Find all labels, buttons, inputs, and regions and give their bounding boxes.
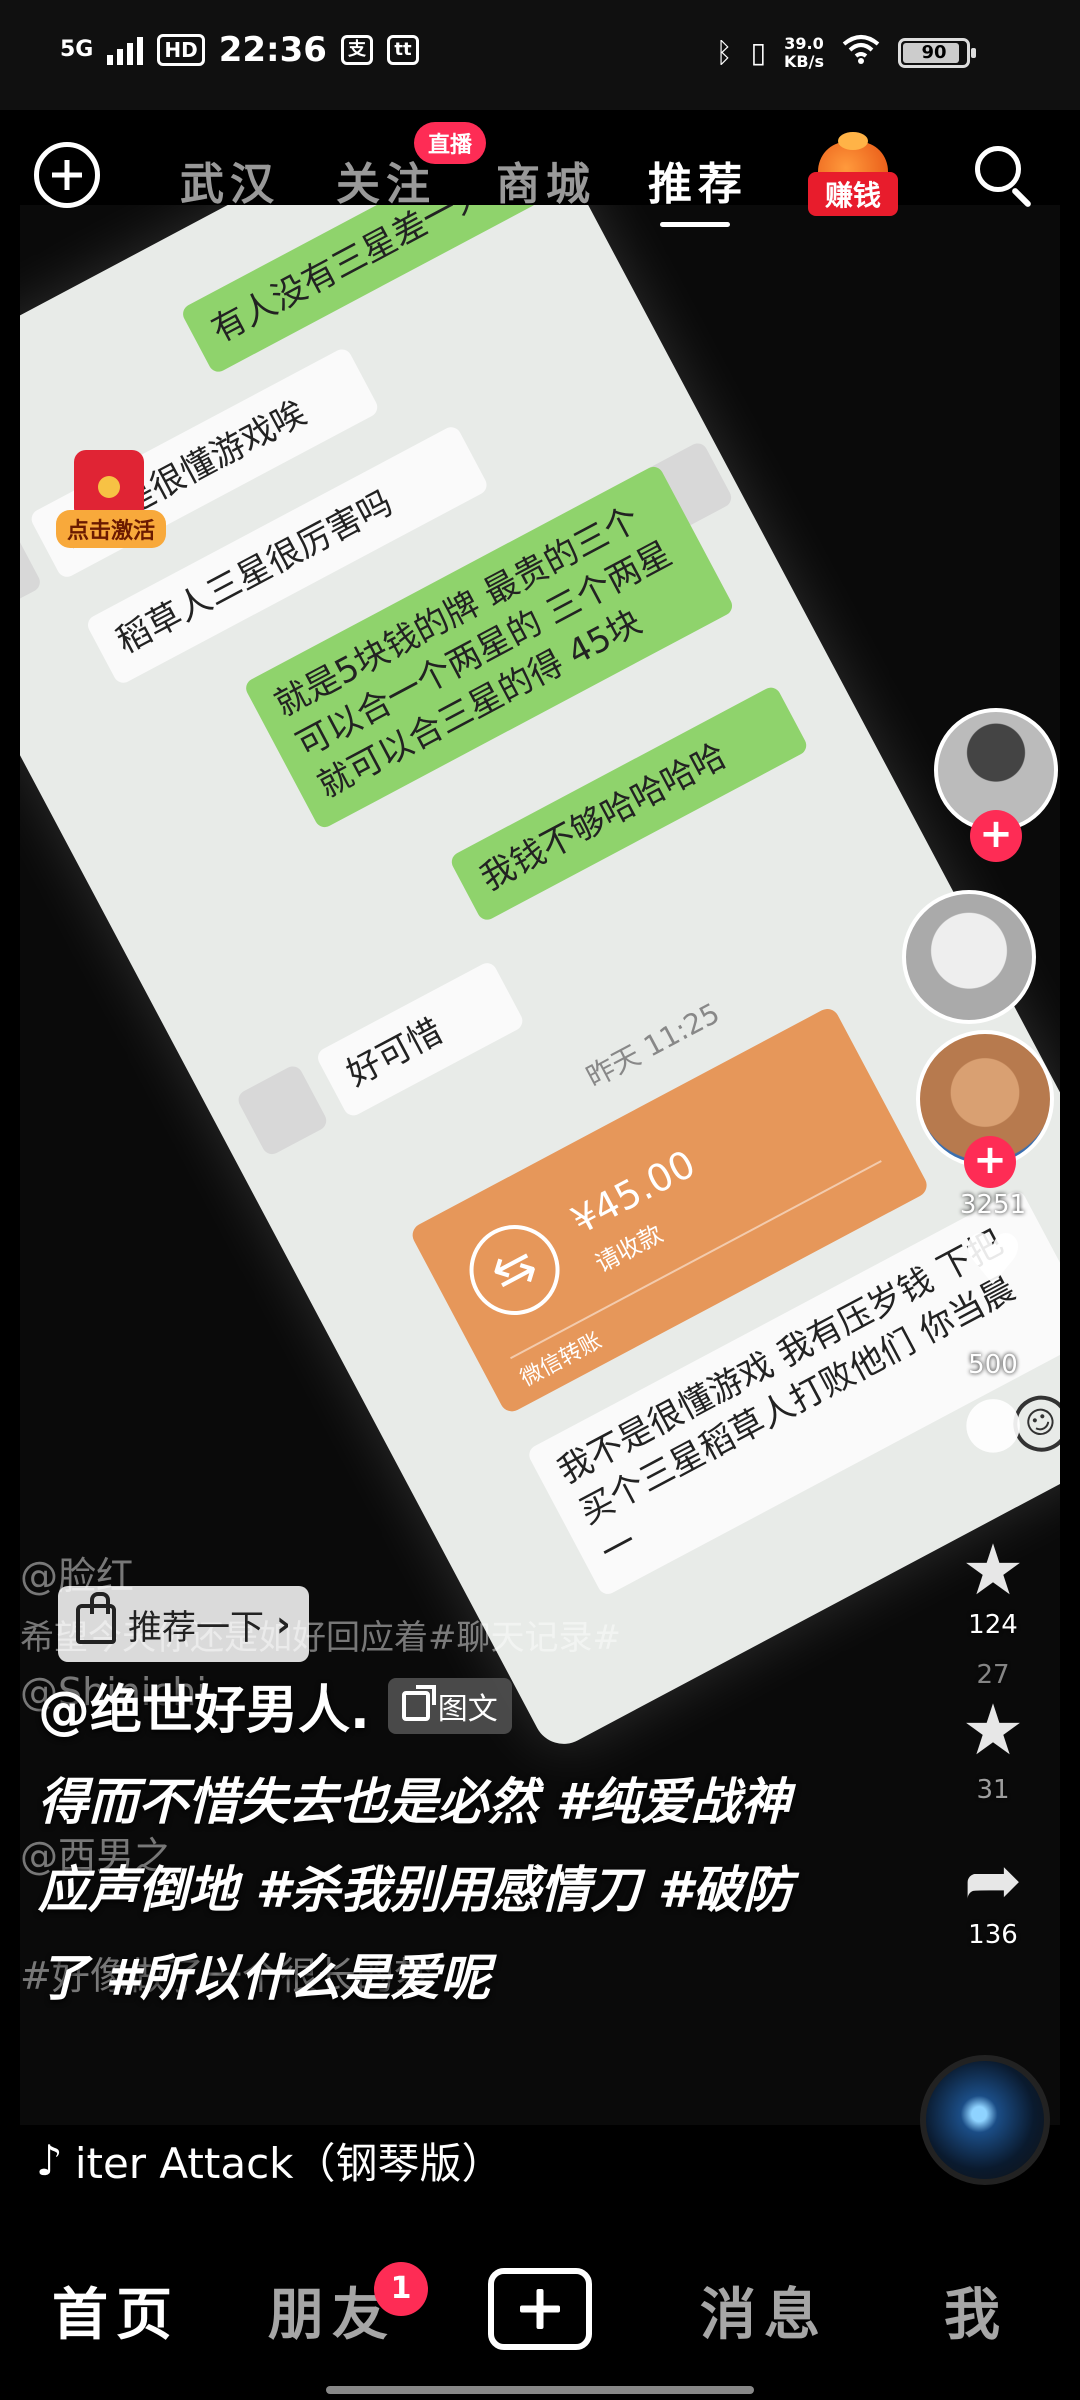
battery-percent: 90 (921, 41, 947, 63)
star-icon: ★ (961, 1689, 1025, 1771)
bag-knot (838, 132, 868, 150)
nav-me[interactable]: 我 (944, 2270, 1008, 2351)
tab-wuhan[interactable]: 武汉 (180, 148, 280, 212)
earn-bag-icon[interactable]: 赚钱 (808, 132, 898, 222)
music-disc[interactable] (920, 2055, 1050, 2185)
network-speed: 39.0 KB/s (784, 33, 824, 71)
tab-mall[interactable]: 商城 (496, 148, 596, 212)
plus-icon[interactable] (34, 142, 100, 208)
tab-recommend[interactable]: 推荐 (648, 148, 748, 212)
clock: 22:36 (218, 30, 327, 70)
post-type-label: 图文 (437, 1691, 498, 1727)
top-nav: 武汉 关注 直播 商城 推荐 赚钱 (0, 110, 1080, 240)
favorite-count: 124 (968, 1610, 1018, 1640)
bottom-nav: 首页 朋友 1 消息 我 (0, 2210, 1080, 2400)
share-count: 136 (968, 1920, 1018, 1950)
vibrate-icon: ▯ (750, 36, 767, 69)
recommend-label: 推荐一下 (128, 1607, 264, 1648)
status-bar: 5G HD 22:36 支 tt ᛒ ▯ 39.0 KB/s 90 (0, 0, 1080, 110)
star-icon: ★ (961, 1529, 1025, 1611)
share-button[interactable]: ➦ 136 (938, 1840, 1048, 1950)
post-type-chip: 图文 (387, 1677, 512, 1734)
search-icon[interactable] (975, 146, 1035, 209)
share-icon: ➦ (963, 1839, 1023, 1921)
signal-icon (107, 35, 144, 65)
speed-unit: KB/s (784, 51, 824, 71)
favorite-button-ghost: 27 ★ (938, 1660, 1048, 1770)
chevron-right-icon: › (276, 1603, 291, 1645)
bluetooth-icon: ᛒ (715, 36, 733, 69)
home-indicator[interactable] (326, 2386, 754, 2394)
author-name[interactable]: @绝世好男人. (38, 1668, 370, 1743)
app-notification-icon: tt (386, 35, 419, 65)
music-row[interactable]: ♪ iter Attack（钢琴版） (36, 2130, 504, 2191)
comment-count: 500 (968, 1350, 1018, 1380)
favorite-count-ghost: 27 (976, 1660, 1010, 1690)
status-left: 5G HD 22:36 支 tt (60, 30, 419, 70)
speed-value: 39.0 (784, 33, 824, 53)
wifi-icon (842, 34, 880, 71)
thumb-up-icon (76, 1592, 116, 1644)
post-caption[interactable]: 得而不惜失去也是必然 #纯爱战神应声倒地 #杀我别用感情刀 #破防了 #所以什么… (38, 1758, 798, 2022)
nav-home[interactable]: 首页 (52, 2270, 180, 2351)
activate-red-packet[interactable]: 点击激活 (56, 450, 166, 550)
search-ring (975, 146, 1021, 192)
activate-label: 点击激活 (56, 510, 166, 548)
like-button[interactable]: 3251 ♥ (938, 1190, 1048, 1300)
hd-icon: HD (157, 34, 205, 66)
follow-button[interactable]: + (970, 810, 1022, 862)
active-tab-indicator (660, 222, 730, 227)
chat-bubble: 好可惜 (314, 959, 526, 1119)
search-handle (1010, 186, 1033, 209)
comment-button[interactable]: 500 ● (938, 1350, 1048, 1460)
author-row: @绝世好男人. 图文 (38, 1668, 512, 1743)
music-title: iter Attack（钢琴版） (74, 2139, 504, 2188)
status-right: ᛒ ▯ 39.0 KB/s 90 (715, 33, 976, 71)
friends-badge: 1 (374, 2262, 428, 2316)
share-button-ghost: 31 (938, 1775, 1048, 1805)
nav-messages[interactable]: 消息 (700, 2270, 828, 2351)
chat-screenshot: 有人没有三星差一只 我不是很懂游戏唉 稻草人三星很厉害吗 就是5块钱的牌 最贵的… (20, 205, 1060, 1755)
chat-avatar (235, 1062, 330, 1158)
heart-icon: ♥ (961, 1219, 1025, 1301)
create-icon[interactable] (488, 2268, 592, 2350)
avatar[interactable] (902, 890, 1036, 1024)
comment-icon: ● (962, 1379, 1024, 1461)
transfer-icon: ⇆ (453, 1209, 576, 1331)
action-rail: + + 3251 ♥ 500 ● ★ 124 27 ★ 31 ➦ 136 (902, 700, 1070, 2200)
favorite-button[interactable]: ★ 124 (938, 1530, 1048, 1640)
live-badge[interactable]: 直播 (414, 122, 487, 164)
follow-button[interactable]: + (964, 1136, 1016, 1188)
like-count: 3251 (959, 1190, 1027, 1220)
share-count-ghost: 31 (976, 1775, 1010, 1805)
earn-label: 赚钱 (808, 172, 898, 216)
recommend-button[interactable]: 推荐一下 › (58, 1586, 309, 1662)
network-type: 5G (60, 37, 94, 62)
doc-icon (401, 1684, 436, 1721)
battery-icon: 90 (898, 37, 976, 68)
alipay-notification-icon: 支 (340, 35, 373, 65)
music-note-icon: ♪ (36, 2136, 63, 2185)
